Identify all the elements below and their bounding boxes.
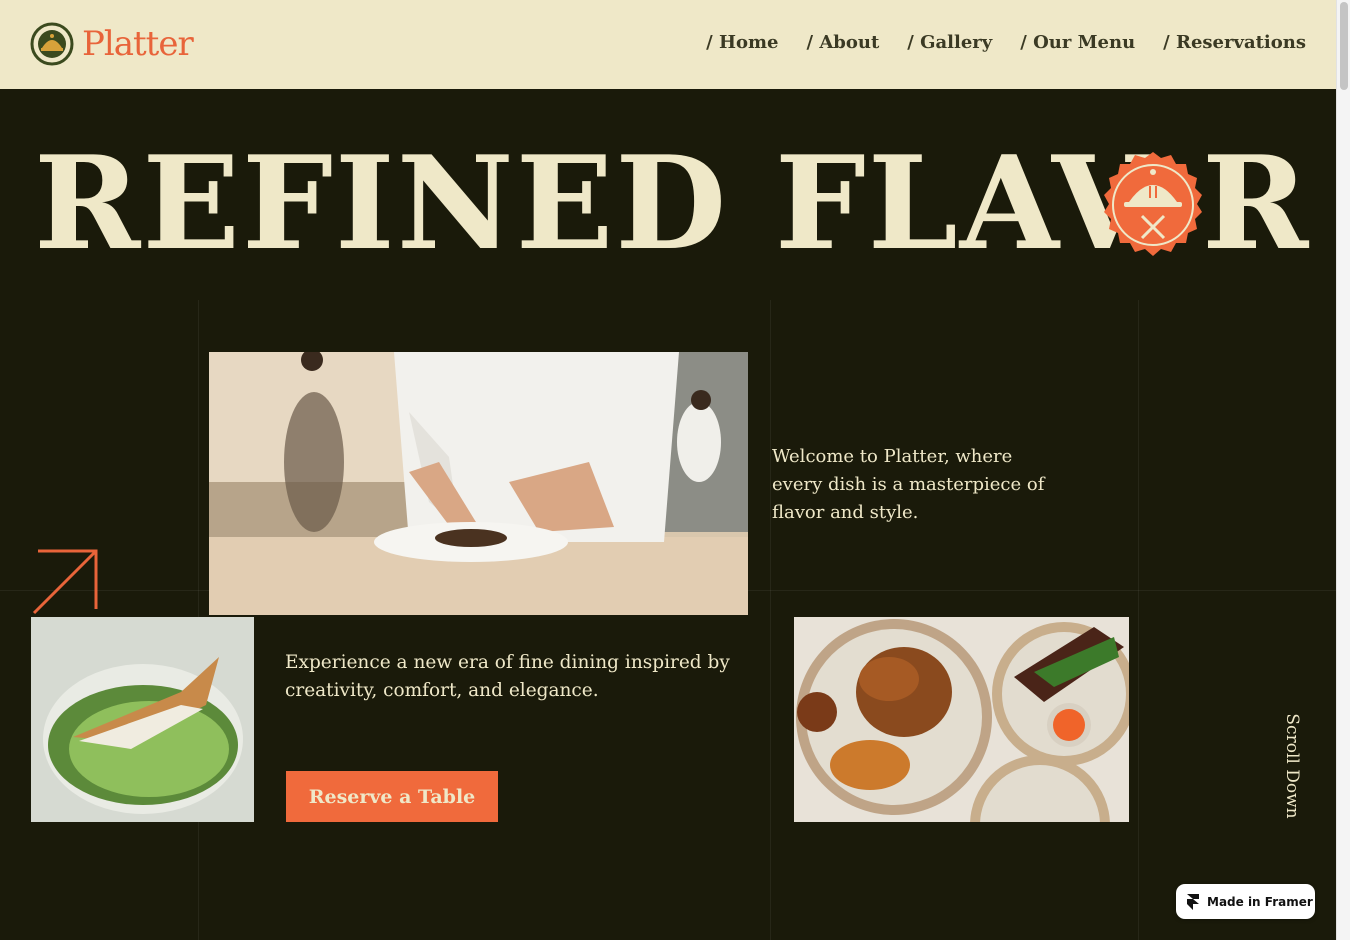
nav-reservations[interactable]: / Reservations: [1163, 32, 1306, 53]
site-header: Platter / Home / About / Gallery / Our M…: [0, 0, 1336, 89]
main-nav: / Home / About / Gallery / Our Menu / Re…: [706, 32, 1306, 53]
brand-name: Platter: [82, 24, 194, 64]
scroll-down-indicator[interactable]: Scroll Down: [1279, 708, 1305, 824]
framer-icon: [1187, 893, 1199, 910]
grid-line-vertical: [1138, 300, 1139, 940]
fish-dish-image: [31, 617, 254, 822]
chef-plating-image: [209, 352, 748, 615]
grid-line-vertical: [770, 300, 771, 940]
nav-gallery[interactable]: / Gallery: [907, 32, 992, 53]
scroll-down-label: Scroll Down: [1282, 713, 1302, 819]
hero-title-part1: REFINED FLAV: [34, 129, 1153, 279]
reserve-table-button[interactable]: Reserve a Table: [286, 771, 498, 822]
cloche-cutlery-icon: [1104, 152, 1202, 256]
made-in-framer-badge[interactable]: Made in Framer: [1176, 884, 1315, 919]
hero-title-part2: R: [1202, 129, 1311, 279]
framer-badge-label: Made in Framer: [1207, 894, 1313, 909]
experience-text: Experience a new era of fine dining insp…: [285, 652, 730, 701]
nav-about[interactable]: / About: [806, 32, 879, 53]
cloche-logo-icon: [30, 22, 74, 66]
nav-home[interactable]: / Home: [706, 32, 778, 53]
welcome-text: Welcome to Platter, where every dish is …: [772, 446, 1045, 523]
page-scrollbar[interactable]: [1336, 0, 1350, 940]
arrow-up-right-icon: [32, 549, 98, 615]
plates-dishes-image: [794, 617, 1129, 822]
logo[interactable]: Platter: [30, 22, 194, 66]
nav-our-menu[interactable]: / Our Menu: [1020, 32, 1135, 53]
scrollbar-thumb[interactable]: [1340, 2, 1348, 90]
